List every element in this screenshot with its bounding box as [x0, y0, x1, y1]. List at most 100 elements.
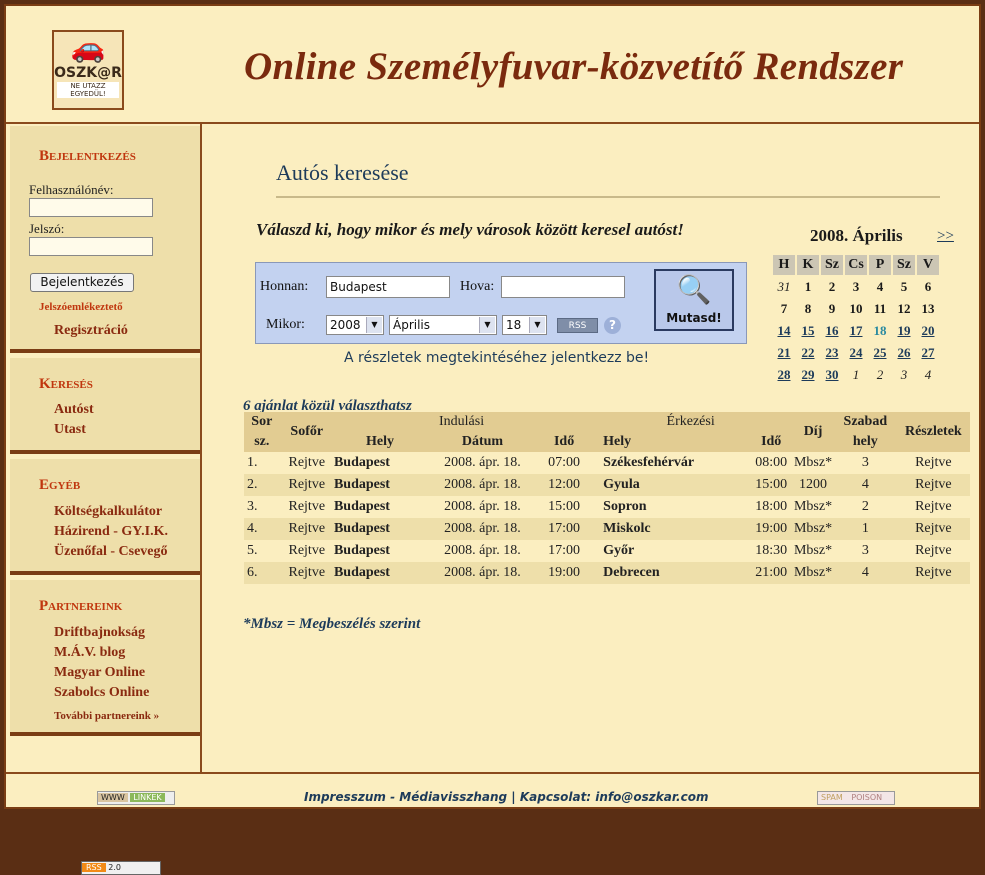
- calendar-day[interactable]: 24: [845, 343, 867, 363]
- calendar-day: 1: [804, 279, 812, 294]
- password-field[interactable]: [29, 237, 153, 256]
- partner-link-drift[interactable]: Driftbajnokság: [54, 625, 145, 641]
- login-button[interactable]: Bejelentkezés: [30, 273, 134, 292]
- help-icon[interactable]: ?: [604, 317, 621, 334]
- dep-date-cell: 2008. ápr. 18.: [426, 452, 539, 474]
- site-logo[interactable]: 🚗 OSZK@R NE UTAZZ EGYEDÜL!: [52, 30, 124, 110]
- rss-feed-badge[interactable]: RSS 2.0: [81, 861, 161, 875]
- username-field[interactable]: [29, 198, 153, 217]
- footer-links[interactable]: Impresszum - Médiavisszhang | Kapcsolat:…: [304, 790, 708, 804]
- chevron-down-icon: ▼: [366, 317, 382, 333]
- arr-place-cell: Miskolc: [589, 518, 751, 540]
- sidebar-item-cost-calculator[interactable]: Költségkalkulátor: [54, 504, 162, 520]
- sidebar-item-rules-faq[interactable]: Házirend - GY.I.K.: [54, 524, 168, 540]
- row-number: 6.: [244, 562, 280, 584]
- calendar-weekday: H: [773, 255, 795, 275]
- password-reminder-link[interactable]: Jelszóemlékeztető: [39, 301, 123, 313]
- calendar-day[interactable]: 22: [797, 343, 819, 363]
- show-button[interactable]: 🔍 Mutasd!: [654, 269, 734, 331]
- page-title: Autós keresése: [276, 160, 409, 185]
- sidebar: Bejelentkezés Felhasználónév: Jelszó: Be…: [10, 124, 202, 875]
- rss-icon: RSS: [568, 321, 587, 331]
- seats-cell: 4: [833, 562, 897, 584]
- www-badge-left: WWW: [98, 793, 128, 802]
- calendar-day[interactable]: 29: [797, 365, 819, 385]
- fee-cell: Mbsz*: [792, 540, 834, 562]
- to-field[interactable]: [501, 276, 625, 298]
- table-subheader-row: sz. Hely Dátum Idő Hely Idő hely: [244, 432, 970, 452]
- other-heading: Egyéb: [39, 477, 81, 493]
- site-title: Online Személyfuvar-közvetítő Rendszer: [244, 45, 904, 88]
- col-free-seats-2: hely: [833, 432, 897, 452]
- register-link[interactable]: Regisztráció: [54, 323, 128, 339]
- month-select[interactable]: Április ▼: [389, 315, 497, 335]
- chevron-down-icon: ▼: [529, 317, 545, 333]
- calendar-weekday: Sz: [893, 255, 915, 275]
- calendar-day: 6: [924, 279, 932, 294]
- year-select[interactable]: 2008 ▼: [326, 315, 384, 335]
- calendar-day[interactable]: 27: [917, 343, 939, 363]
- calendar-day[interactable]: 26: [893, 343, 915, 363]
- dep-time-cell: 17:00: [538, 540, 590, 562]
- calendar-next-link[interactable]: >>: [937, 228, 954, 245]
- dep-time-cell: 19:00: [538, 562, 590, 584]
- calendar-day[interactable]: 30: [821, 365, 843, 385]
- calendar-day[interactable]: 15: [797, 321, 819, 341]
- dep-place-cell: Budapest: [333, 562, 426, 584]
- sidebar-item-passenger-search[interactable]: Utast: [54, 422, 86, 438]
- title-divider: [276, 196, 940, 198]
- row-number: 1.: [244, 452, 280, 474]
- calendar-day: 10: [849, 301, 863, 316]
- show-button-label: Mutasd!: [666, 311, 722, 325]
- calendar-day: 2: [828, 279, 836, 294]
- rss-search-button[interactable]: RSS: [557, 318, 598, 333]
- calendar-day[interactable]: 28: [773, 365, 795, 385]
- arr-time-cell: 08:00: [750, 452, 793, 474]
- calendar-day[interactable]: 17: [845, 321, 867, 341]
- calendar-day: 4: [876, 279, 884, 294]
- when-label: Mikor:: [266, 317, 305, 332]
- calendar-day[interactable]: 14: [773, 321, 795, 341]
- calendar-day[interactable]: 21: [773, 343, 795, 363]
- calendar-day[interactable]: 20: [917, 321, 939, 341]
- car-icon: 🚗: [70, 33, 106, 64]
- driver-cell: Rejtve: [279, 474, 334, 496]
- calendar-day[interactable]: 25: [869, 343, 891, 363]
- details-cell: Rejtve: [896, 518, 970, 540]
- partners-box: Partnereink Driftbajnokság M.Á.V. blog M…: [10, 580, 200, 736]
- sidebar-item-driver-search[interactable]: Autóst: [54, 402, 94, 418]
- spam-badge-right: POISON: [851, 793, 883, 802]
- month-value: Április: [393, 318, 431, 332]
- dep-date-cell: 2008. ápr. 18.: [426, 562, 539, 584]
- calendar-day[interactable]: 19: [893, 321, 915, 341]
- calendar-day: 12: [897, 301, 911, 316]
- from-field[interactable]: Budapest: [326, 276, 450, 298]
- username-label: Felhasználónév:: [29, 182, 114, 197]
- partner-link-mav[interactable]: M.Á.V. blog: [54, 645, 125, 661]
- calendar-day: 8: [804, 301, 812, 316]
- calendar-weekday-row: H K Sz Cs P Sz V: [773, 255, 939, 275]
- partner-link-szabolcs-online[interactable]: Szabolcs Online: [54, 685, 149, 701]
- day-select[interactable]: 18 ▼: [502, 315, 547, 335]
- col-details: Részletek: [896, 412, 970, 452]
- row-number: 3.: [244, 496, 280, 518]
- more-partners-link[interactable]: További partnereink »: [54, 710, 159, 722]
- car-search-icon: 🔍: [676, 275, 712, 306]
- details-cell: Rejtve: [896, 452, 970, 474]
- dep-time-cell: 12:00: [538, 474, 590, 496]
- partner-link-magyar-online[interactable]: Magyar Online: [54, 665, 145, 681]
- calendar-day: 1: [852, 367, 860, 382]
- search-instruction: Válaszd ki, hogy mikor és mely városok k…: [256, 220, 684, 239]
- calendar-week: 14 15 16 17 18 19 20: [773, 321, 939, 341]
- calendar-day[interactable]: 16: [821, 321, 843, 341]
- sidebar-item-message-board[interactable]: Üzenőfal - Csevegő: [54, 544, 168, 560]
- dep-place-cell: Budapest: [333, 474, 426, 496]
- calendar-day[interactable]: 23: [821, 343, 843, 363]
- spam-poison-badge[interactable]: SPAM POISON: [817, 791, 895, 805]
- calendar-day: 31: [777, 279, 791, 294]
- calendar-week: 31 1 2 3 4 5 6: [773, 277, 939, 297]
- www-links-badge[interactable]: WWW LINKEK: [97, 791, 175, 805]
- calendar-day[interactable]: 18: [869, 321, 891, 341]
- from-label: Honnan:: [260, 279, 309, 294]
- login-box: Bejelentkezés Felhasználónév: Jelszó: Be…: [10, 126, 200, 353]
